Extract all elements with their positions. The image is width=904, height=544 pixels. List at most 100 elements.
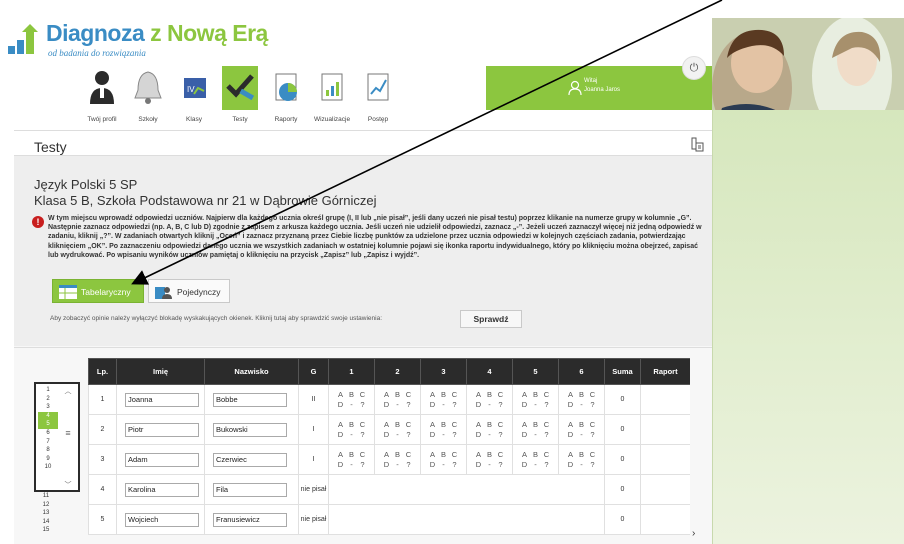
answer-option[interactable]: D [428,460,438,470]
row-number[interactable]: 3 [38,403,58,412]
answer-option[interactable]: D [428,400,438,410]
first-name-input[interactable]: Piotr [125,422,199,437]
answer-option[interactable]: D [474,430,484,440]
answer-option[interactable]: C [404,390,414,400]
answer-option[interactable]: B [347,420,357,430]
answer-option[interactable]: A [428,420,438,430]
row-number[interactable]: 2 [38,395,58,404]
answer-option[interactable]: A [474,420,484,430]
answer-option[interactable]: C [358,420,368,430]
logout-button[interactable]: ⏻ [682,56,706,80]
answer-option[interactable]: ? [588,460,598,470]
row-number[interactable]: 8 [38,446,58,455]
answer-option[interactable]: - [485,430,495,440]
first-name-input[interactable]: Wojciech [125,512,199,527]
group-cell[interactable]: I [298,444,329,475]
answer-option[interactable]: A [382,420,392,430]
group-cell[interactable]: I [298,414,329,445]
answer-option[interactable]: B [347,450,357,460]
answer-option[interactable]: B [577,390,587,400]
tab-single[interactable]: Pojedynczy [148,279,230,303]
answer-option[interactable]: B [485,390,495,400]
answer-option[interactable]: ? [588,430,598,440]
answer-option[interactable]: B [439,450,449,460]
answer-option[interactable]: ? [588,400,598,410]
answer-option[interactable]: D [382,400,392,410]
answer-option[interactable]: - [531,460,541,470]
answer-option[interactable]: ? [404,400,414,410]
answer-option[interactable]: B [393,450,403,460]
row-scroller[interactable]: 1 2 3 4 5 6 7 8 9 10 ︿ ≡ ﹀ [34,382,80,492]
nav-item-visualizations[interactable]: Wizualizacje [308,66,356,126]
group-cell[interactable]: II [298,384,329,415]
answer-option[interactable]: - [393,430,403,440]
answer-option[interactable]: A [336,420,346,430]
answer-option[interactable]: C [542,390,552,400]
answer-option[interactable]: A [474,390,484,400]
row-number[interactable]: 5 [38,420,58,429]
row-number[interactable]: 13 [36,509,56,518]
answer-option[interactable]: B [577,420,587,430]
answer-option[interactable]: A [520,420,530,430]
nav-item-tests[interactable]: Testy [216,66,264,126]
tab-tabular[interactable]: Tabelaryczny [52,279,144,303]
answer-option[interactable]: - [485,460,495,470]
answer-option[interactable]: C [542,420,552,430]
nav-item-reports[interactable]: Raporty [262,66,310,126]
last-name-input[interactable]: Bobbe [213,392,287,407]
first-name-input[interactable]: Adam [125,452,199,467]
answer-option[interactable]: C [450,450,460,460]
answer-option[interactable]: D [428,430,438,440]
answer-option[interactable]: B [439,420,449,430]
answer-option[interactable]: D [474,400,484,410]
answer-option[interactable]: B [531,450,541,460]
answer-option[interactable]: - [577,400,587,410]
answer-option[interactable]: C [358,390,368,400]
answer-option[interactable]: D [566,400,576,410]
answer-option[interactable]: - [393,400,403,410]
answer-option[interactable]: A [474,450,484,460]
chevron-right-icon[interactable]: › [692,528,702,540]
popup-blocker-note[interactable]: Aby zobaczyć opinie należy wyłączyć blok… [50,315,382,322]
answer-option[interactable]: A [520,450,530,460]
last-name-input[interactable]: Fila [213,482,287,497]
answer-option[interactable]: B [393,420,403,430]
answer-option[interactable]: - [439,400,449,410]
answer-option[interactable]: - [531,400,541,410]
answer-option[interactable]: A [520,390,530,400]
answer-option[interactable]: - [439,460,449,470]
answer-option[interactable]: A [382,450,392,460]
answer-option[interactable]: A [428,390,438,400]
answer-option[interactable]: C [496,390,506,400]
group-cell[interactable]: nie pisał [298,474,329,505]
answer-option[interactable]: B [531,390,541,400]
answer-option[interactable]: - [439,430,449,440]
answer-option[interactable]: A [382,390,392,400]
answer-option[interactable]: ? [450,460,460,470]
answer-option[interactable]: - [347,430,357,440]
answer-option[interactable]: B [485,450,495,460]
answer-option[interactable]: ? [358,460,368,470]
answer-option[interactable]: C [588,390,598,400]
last-name-input[interactable]: Bukowski [213,422,287,437]
answer-option[interactable]: B [531,420,541,430]
answer-option[interactable]: ? [542,430,552,440]
answer-option[interactable]: - [393,460,403,470]
answer-option[interactable]: A [566,420,576,430]
row-number[interactable]: 14 [36,518,56,527]
answer-option[interactable]: A [566,390,576,400]
nav-item-schools[interactable]: Szkoły [124,66,172,126]
answer-option[interactable]: C [496,450,506,460]
row-number[interactable]: 6 [38,429,58,438]
answer-option[interactable]: C [496,420,506,430]
answer-option[interactable]: ? [358,400,368,410]
row-number[interactable]: 7 [38,438,58,447]
answer-option[interactable]: ? [496,400,506,410]
answer-option[interactable]: C [450,420,460,430]
answer-option[interactable]: C [404,420,414,430]
answer-option[interactable]: D [520,430,530,440]
answer-option[interactable]: ? [496,430,506,440]
answer-option[interactable]: D [474,460,484,470]
answer-option[interactable]: C [450,390,460,400]
group-cell[interactable]: nie pisał [298,504,329,535]
